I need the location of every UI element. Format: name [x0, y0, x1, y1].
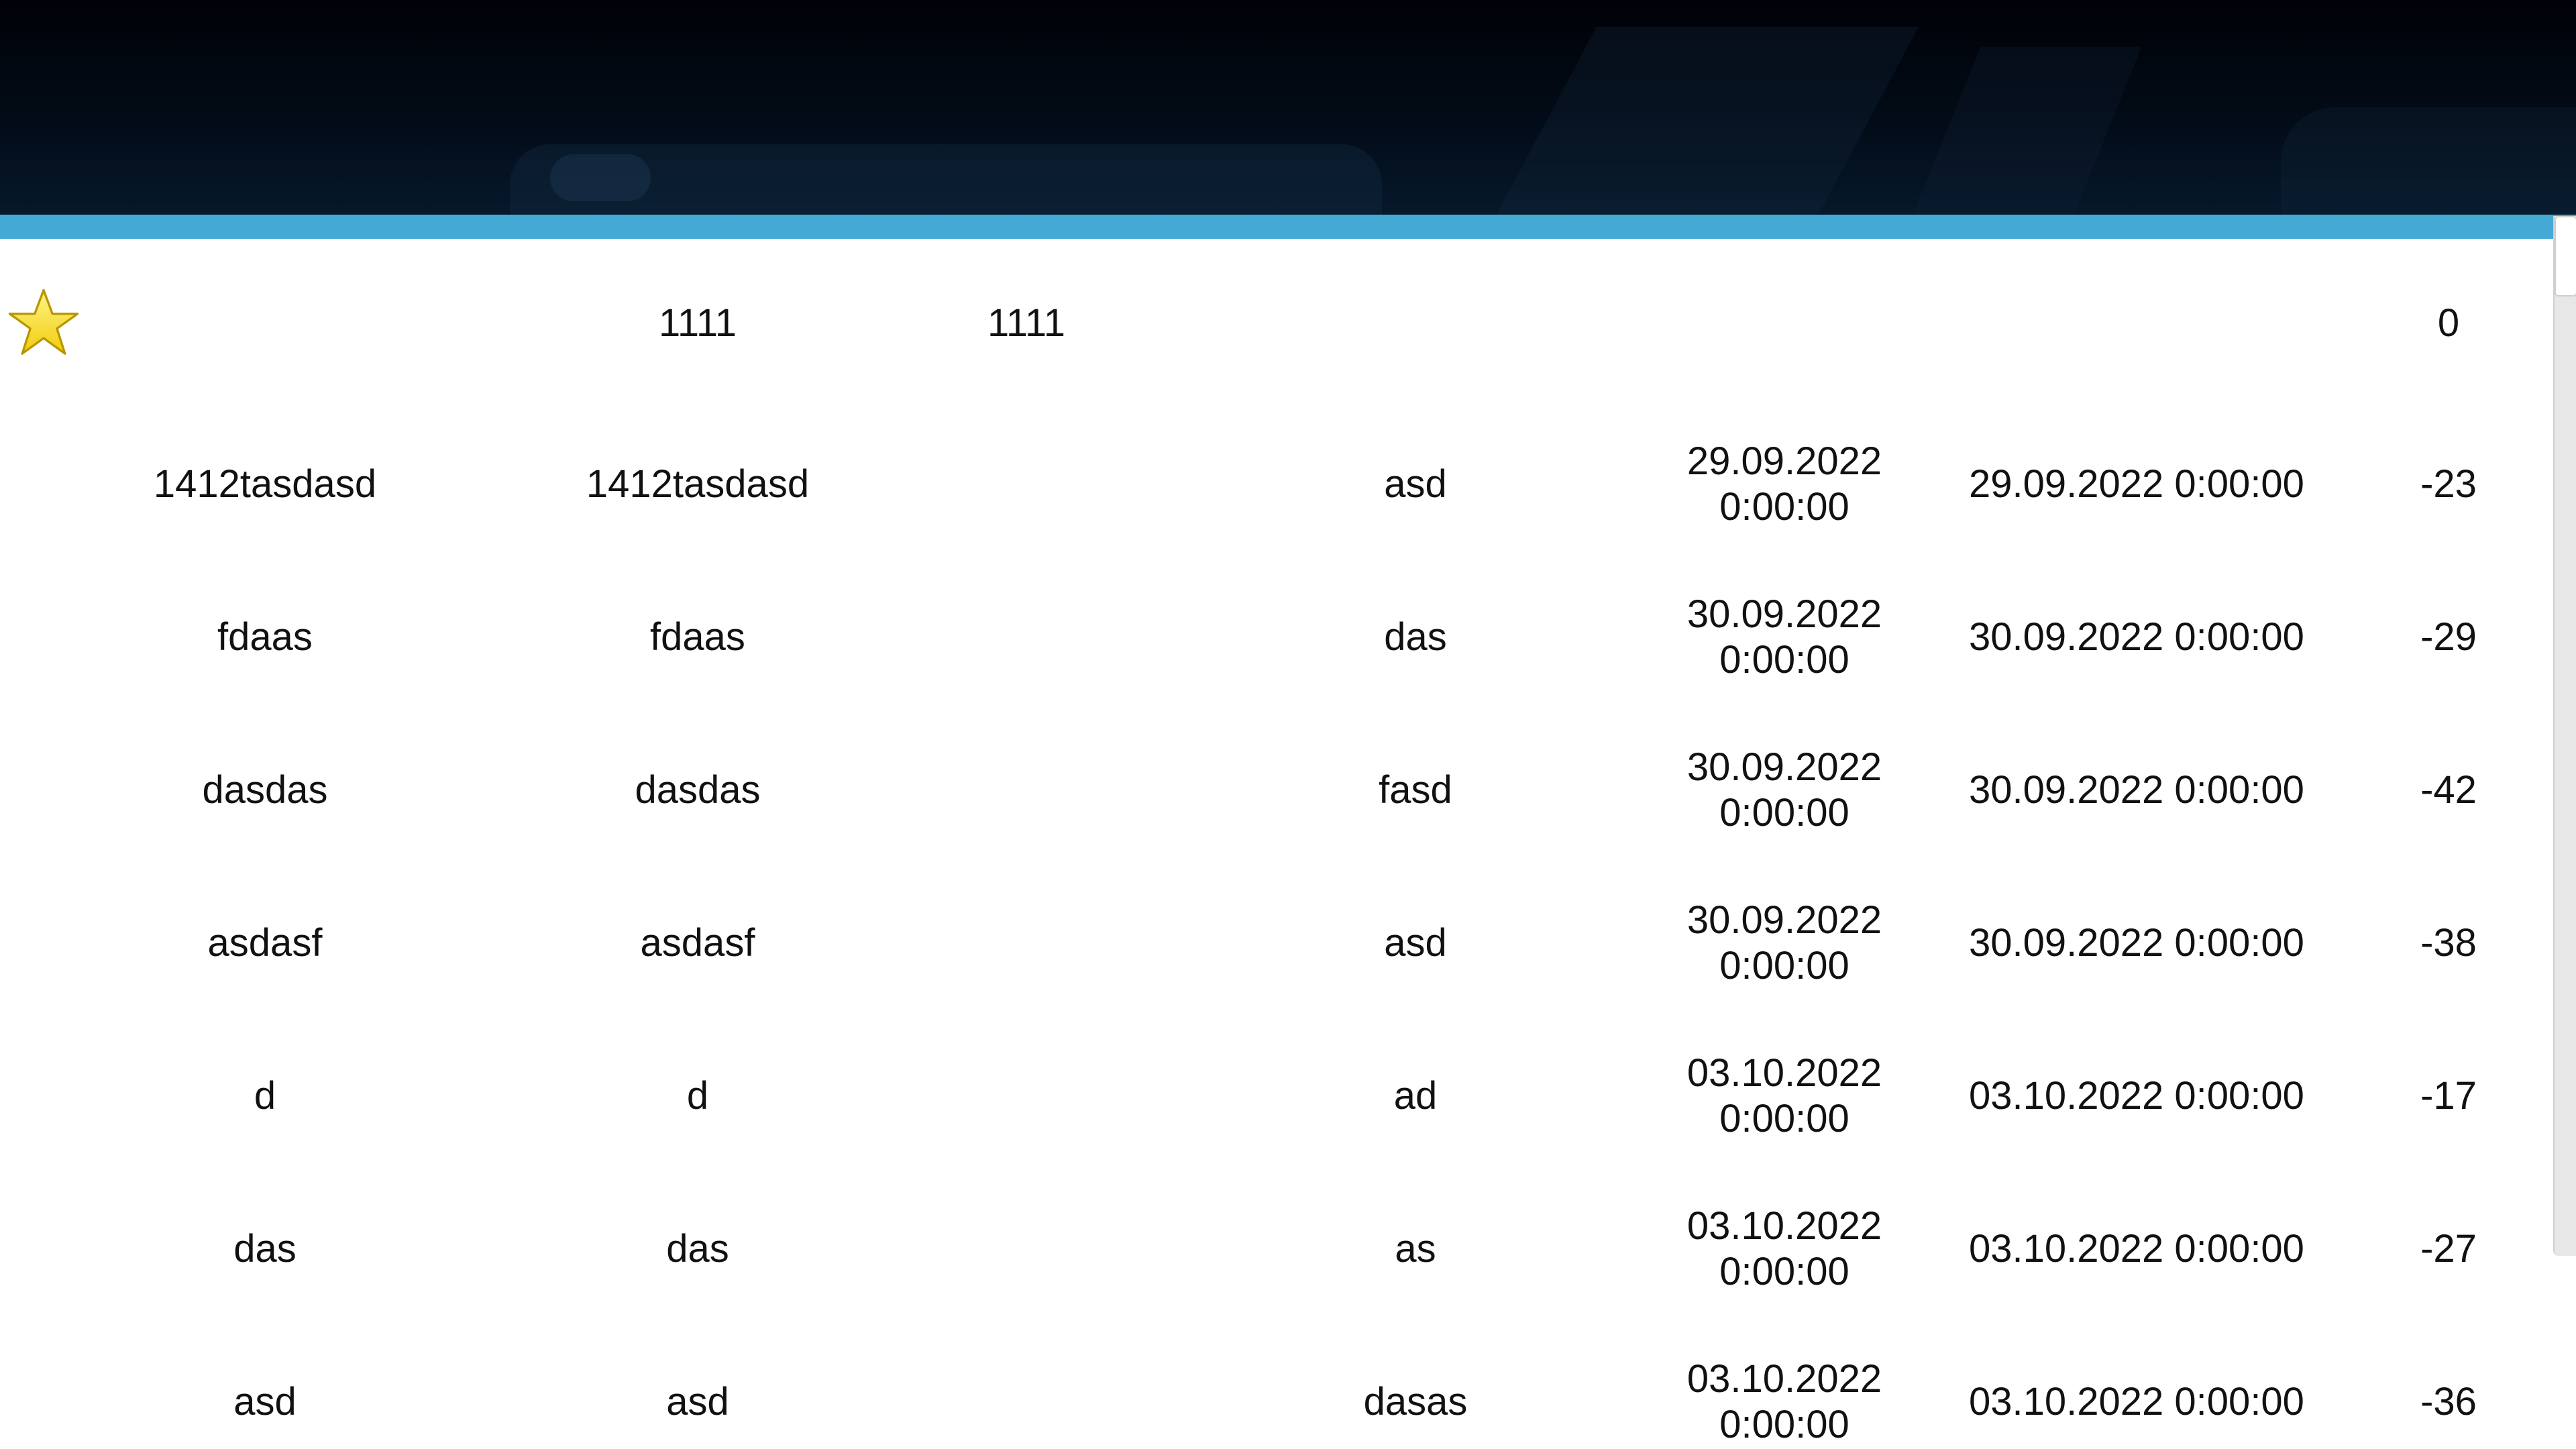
table-row[interactable]: d d ad 03.10.2022 0:00:00 03.10.2022 0:0…	[0, 1020, 2549, 1173]
table-cell: 30.09.2022 0:00:00	[1969, 921, 2304, 965]
table-cell: asd	[666, 1380, 729, 1424]
table-cell: dasdas	[202, 768, 328, 812]
star-icon[interactable]	[7, 286, 80, 360]
table-cell: 30.09.2022 0:00:00	[1686, 898, 1882, 987]
table-cell: d	[686, 1074, 709, 1118]
table-row[interactable]: asd asd dasas 03.10.2022 0:00:00 03.10.2…	[0, 1326, 2549, 1449]
table-cell: as	[1395, 1227, 1436, 1271]
table-cell: -23	[2420, 462, 2477, 506]
table-cell: d	[254, 1074, 276, 1118]
table-cell: 30.09.2022 0:00:00	[1969, 768, 2304, 812]
table-cell: 1111	[987, 301, 1066, 345]
table-cell: das	[1384, 615, 1447, 659]
data-table: 1111 1111 0 1412tasdasd 1412tasdasd asd …	[0, 239, 2549, 1449]
scrollbar-thumb[interactable]	[2555, 216, 2576, 297]
table-cell: 30.09.2022 0:00:00	[1686, 592, 1882, 682]
banner-decoration	[1489, 27, 1919, 215]
table-cell: 29.09.2022 0:00:00	[1969, 462, 2304, 506]
table-cell: 0	[2437, 301, 2460, 345]
banner-decoration	[550, 154, 651, 201]
table-cell: fdaas	[650, 615, 745, 659]
table-cell: dasas	[1363, 1380, 1468, 1424]
table-cell: 03.10.2022 0:00:00	[1686, 1204, 1882, 1293]
table-cell: das	[233, 1227, 297, 1271]
table-cell: fdaas	[217, 615, 313, 659]
table-cell: -27	[2420, 1227, 2477, 1271]
app-window: 1111 1111 0 1412tasdasd 1412tasdasd asd …	[0, 0, 2576, 1449]
table-cell: asd	[233, 1380, 297, 1424]
table-cell: 03.10.2022 0:00:00	[1969, 1380, 2304, 1424]
table-cell: -36	[2420, 1380, 2477, 1424]
table-cell: 1412tasdasd	[586, 462, 810, 506]
table-cell: -38	[2420, 921, 2477, 965]
table-row[interactable]: 1412tasdasd 1412tasdasd asd 29.09.2022 0…	[0, 408, 2549, 561]
table-cell: -29	[2420, 615, 2477, 659]
table-cell: 30.09.2022 0:00:00	[1686, 745, 1882, 835]
table-cell: asd	[1384, 921, 1447, 965]
table-cell: fasd	[1379, 768, 1452, 812]
table-cell: 03.10.2022 0:00:00	[1686, 1051, 1882, 1140]
table-cell: asd	[1384, 462, 1447, 506]
banner-decoration	[1910, 47, 2142, 215]
header-banner	[0, 0, 2576, 215]
table-cell: 1111	[658, 301, 737, 345]
table-cell: 03.10.2022 0:00:00	[1969, 1227, 2304, 1271]
table-row-pinned[interactable]: 1111 1111 0	[0, 239, 2549, 408]
table-cell: -42	[2420, 768, 2477, 812]
table-row[interactable]: dasdas dasdas fasd 30.09.2022 0:00:00 30…	[0, 714, 2549, 867]
header-accent-bar	[0, 215, 2576, 239]
vertical-scrollbar[interactable]	[2553, 216, 2576, 1256]
table-cell: das	[666, 1227, 729, 1271]
table-cell-favorite[interactable]	[0, 239, 530, 408]
table-row[interactable]: asdasf asdasf asd 30.09.2022 0:00:00 30.…	[0, 867, 2549, 1020]
table-cell: 03.10.2022 0:00:00	[1969, 1074, 2304, 1118]
table-row[interactable]: fdaas fdaas das 30.09.2022 0:00:00 30.09…	[0, 561, 2549, 714]
table-cell: 29.09.2022 0:00:00	[1686, 439, 1882, 529]
table-cell: 03.10.2022 0:00:00	[1686, 1357, 1882, 1446]
table-cell: asdasf	[207, 921, 323, 965]
table-cell: ad	[1393, 1074, 1438, 1118]
table-cell: 30.09.2022 0:00:00	[1969, 615, 2304, 659]
table-row[interactable]: das das as 03.10.2022 0:00:00 03.10.2022…	[0, 1173, 2549, 1326]
banner-decoration	[2281, 107, 2576, 215]
table-cell: dasdas	[635, 768, 761, 812]
table-cell: asdasf	[640, 921, 755, 965]
table-cell: 1412tasdasd	[153, 462, 377, 506]
table-cell: -17	[2420, 1074, 2477, 1118]
